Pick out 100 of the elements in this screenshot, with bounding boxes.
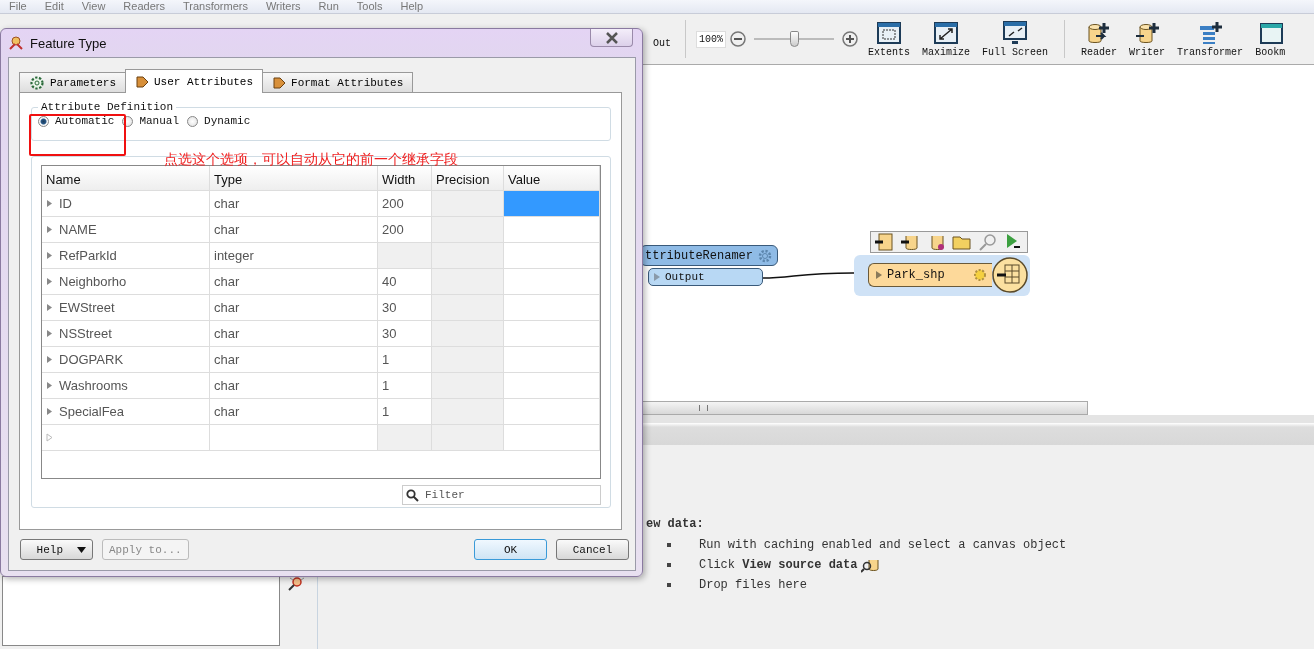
inspect-icon[interactable] — [287, 575, 305, 591]
menu-item[interactable]: View — [72, 0, 115, 12]
menu-item[interactable]: Edit — [35, 0, 73, 12]
table-cell: Washrooms — [59, 378, 128, 393]
hint-text: Drop files here — [699, 578, 808, 592]
gear-icon[interactable] — [757, 247, 773, 264]
value-cell[interactable] — [504, 191, 600, 216]
toolbar-button[interactable]: Writer — [1123, 16, 1172, 62]
zoom-out-icon[interactable] — [730, 31, 747, 47]
radio-button[interactable]: Automatic — [38, 115, 115, 127]
table-cell: char — [214, 274, 240, 289]
gear-icon[interactable] — [972, 267, 988, 283]
table-cell: NSStreet — [59, 326, 112, 341]
expand-icon[interactable] — [46, 303, 53, 312]
monitor-icon — [1002, 20, 1029, 45]
table-cell: 30 — [382, 300, 397, 315]
toolbar-button[interactable]: Reader — [1075, 16, 1124, 62]
bullet-marker — [667, 543, 671, 547]
toolbar-button[interactable]: Maximize — [916, 16, 977, 62]
hint-text: Run with caching enabled and select a canvas object — [699, 538, 1067, 552]
table-cell: SpecialFea — [59, 404, 125, 419]
toolbar-button[interactable]: Full Screen — [976, 16, 1055, 62]
expand-icon[interactable] — [46, 199, 53, 208]
table-cell: 30 — [382, 326, 397, 341]
expand-icon[interactable] — [46, 277, 53, 286]
table-cell: 1 — [382, 352, 390, 367]
dialog-button[interactable]: OK — [474, 539, 547, 560]
close-icon — [604, 31, 619, 44]
transformer-icon — [1197, 20, 1224, 45]
app-icon — [8, 35, 24, 51]
table-cell: char — [214, 222, 240, 237]
expand-icon[interactable] — [46, 355, 53, 364]
expand-icon[interactable] — [46, 251, 53, 260]
table-cell: 200 — [382, 222, 404, 237]
table-icon[interactable] — [874, 232, 894, 252]
table-cell: Neighborho — [59, 274, 127, 289]
expand-icon[interactable] — [46, 433, 53, 442]
panel-heading: ew data: — [646, 517, 705, 531]
zoom-out-button[interactable]: Out — [643, 16, 675, 62]
column-header[interactable]: Width — [378, 166, 432, 190]
maximize-icon — [933, 20, 960, 45]
expand-icon[interactable] — [46, 329, 53, 338]
column-header[interactable]: Type — [210, 166, 378, 190]
table-cell: char — [214, 326, 240, 341]
table-cell: char — [214, 352, 240, 367]
arrow-icon — [272, 76, 287, 90]
menu-item[interactable]: Tools — [347, 0, 392, 12]
annotation-text: 点选这个选项，可以自动从它的前一个继承字段 — [164, 151, 458, 167]
table-cell: 200 — [382, 196, 404, 211]
writer-node[interactable]: Park_shp — [868, 263, 992, 287]
table-cell: 1 — [382, 404, 390, 419]
menu-item[interactable]: Help — [391, 0, 433, 12]
output-port[interactable]: Output — [648, 268, 763, 286]
hint-text: Click View source data — [699, 558, 858, 572]
table-cell: char — [214, 404, 240, 419]
menu-item[interactable]: Writers — [256, 0, 310, 12]
port-arrow-icon — [653, 272, 661, 282]
expand-icon[interactable] — [46, 407, 53, 416]
menu-item[interactable]: Run — [309, 0, 348, 12]
input-port-icon[interactable] — [875, 270, 883, 280]
arrow-icon — [135, 74, 149, 89]
table-cell: char — [214, 196, 240, 211]
menu-item[interactable]: Transformers — [173, 0, 257, 12]
filter-field[interactable]: Filter — [402, 485, 601, 505]
table-cell: char — [214, 300, 240, 315]
menu-item[interactable]: Readers — [114, 0, 174, 12]
radio-button[interactable]: Dynamic — [187, 115, 251, 127]
table-icon — [992, 257, 1028, 293]
toolbar-button[interactable]: Extents — [862, 16, 917, 62]
dialog-button[interactable]: Help — [20, 539, 93, 560]
caret-icon — [77, 546, 86, 553]
table-cell: NAME — [59, 222, 97, 237]
expand-icon[interactable] — [46, 381, 53, 390]
toolbar-button[interactable]: Transformer — [1171, 16, 1250, 62]
search-icon[interactable] — [978, 232, 998, 252]
dialog-button[interactable]: Cancel — [556, 539, 629, 560]
column-header[interactable]: Name — [42, 166, 210, 190]
table-cell: 40 — [382, 274, 397, 289]
column-header[interactable]: Precision — [432, 166, 504, 190]
column-header[interactable]: Value — [504, 166, 600, 190]
frame-icon — [876, 20, 903, 45]
toolbar-button[interactable]: Bookm — [1249, 16, 1292, 62]
radio-button[interactable]: Manual — [122, 115, 180, 127]
close-button[interactable] — [590, 29, 633, 47]
menu-item[interactable]: File — [0, 0, 36, 12]
expand-icon[interactable] — [46, 225, 53, 234]
window-title: Feature Type — [30, 35, 107, 51]
table-cell: EWStreet — [59, 300, 115, 315]
zoom-in-icon[interactable] — [842, 31, 859, 47]
gear-icon — [29, 75, 45, 91]
table-cell: DOGPARK — [59, 352, 124, 367]
tab[interactable]: User Attributes — [125, 69, 264, 93]
database-search-icon[interactable] — [861, 557, 880, 573]
table-cell: ID — [59, 196, 72, 211]
table-cell: char — [214, 378, 240, 393]
window-icon — [1257, 20, 1284, 45]
transformer-node[interactable]: ttributeRenamer — [640, 245, 778, 266]
table-cell: RefParkId — [59, 248, 117, 263]
zoom-field[interactable]: 100% — [696, 30, 727, 48]
bullet-marker — [667, 583, 671, 587]
